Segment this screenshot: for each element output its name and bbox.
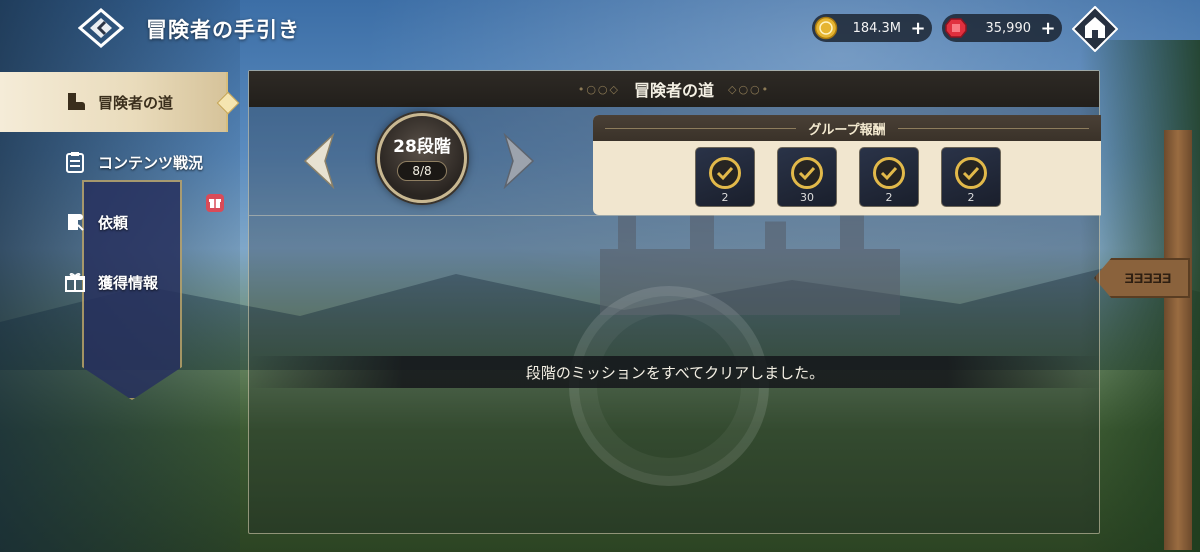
sign-arrow-text: ƎƎƎƎƎ xyxy=(1124,270,1172,286)
stage-selector: 28段階 8/8 xyxy=(249,107,593,213)
boot-icon xyxy=(64,91,86,113)
group-reward-box: グループ報酬 2 30 2 2 xyxy=(593,115,1101,215)
completion-message-bar: 段階のミッションをすべてクリアしました。 xyxy=(249,356,1101,388)
sidebar-item-label: 依頼 xyxy=(98,213,129,232)
previous-stage-button[interactable] xyxy=(301,132,337,190)
diamond-back-icon xyxy=(78,8,124,48)
reward-item-3[interactable]: 2 xyxy=(859,147,919,207)
group-reward-header: グループ報酬 xyxy=(593,115,1101,141)
reward-list: 2 30 2 2 xyxy=(695,147,1001,207)
header-divider xyxy=(605,127,797,129)
gem-amount: 35,990 xyxy=(985,20,1032,36)
sidebar-item-label: コンテンツ戦況 xyxy=(98,153,204,172)
gold-coin-icon xyxy=(813,15,839,41)
claimed-check-icon xyxy=(873,157,905,189)
sidebar-item-acquisition-info[interactable]: 獲得情報 xyxy=(0,252,228,312)
claimed-check-icon xyxy=(709,157,741,189)
gift-badge-icon xyxy=(206,194,224,212)
sidebar-item-content-status[interactable]: コンテンツ戦況 xyxy=(0,132,228,192)
reward-quantity: 2 xyxy=(967,191,975,204)
sidebar-item-label: 冒険者の道 xyxy=(98,93,174,112)
red-gem-icon xyxy=(943,15,969,41)
sidebar-item-requests[interactable]: 依頼 xyxy=(0,192,228,252)
gift-icon xyxy=(64,271,86,293)
reward-item-4[interactable]: 2 xyxy=(941,147,1001,207)
scroll-icon xyxy=(64,211,86,233)
panel-title: 冒険者の道 xyxy=(633,81,714,100)
reward-item-2[interactable]: 30 xyxy=(777,147,837,207)
home-icon xyxy=(1072,6,1118,52)
claimed-check-icon xyxy=(955,157,987,189)
gold-amount: 184.3M xyxy=(852,20,901,36)
gold-currency: 184.3M + xyxy=(812,14,932,42)
adventurer-road-panel: •○○◇ 冒険者の道 ◇○○• 28段階 8/8 グループ報酬 2 30 2 2… xyxy=(248,70,1101,535)
header-divider xyxy=(897,127,1090,129)
chevron-left-icon xyxy=(303,132,335,190)
back-button[interactable] xyxy=(76,7,126,49)
page-title: 冒険者の手引き xyxy=(146,18,300,42)
add-gold-button[interactable]: + xyxy=(907,17,929,39)
sidebar-item-adventurer-road[interactable]: 冒険者の道 xyxy=(0,72,228,132)
reward-quantity: 30 xyxy=(800,191,814,204)
wooden-signpost xyxy=(1164,130,1192,550)
home-button[interactable] xyxy=(1072,6,1118,52)
stage-medal: 28段階 8/8 xyxy=(377,113,467,203)
stage-label: 28段階 xyxy=(393,136,451,157)
mission-content-area: 段階のミッションをすべてクリアしました。 xyxy=(249,215,1101,535)
claimed-check-icon xyxy=(791,157,823,189)
header-ornament-right: ◇○○• xyxy=(728,82,771,96)
header-ornament-left: •○○◇ xyxy=(577,82,620,96)
stage-progress: 8/8 xyxy=(397,160,447,181)
chevron-right-icon xyxy=(503,132,535,190)
group-reward-title: グループ報酬 xyxy=(808,122,886,138)
reward-quantity: 2 xyxy=(721,191,729,204)
sidebar: 冒険者の道 コンテンツ戦況 依頼 獲得情報 xyxy=(0,72,240,312)
completion-message: 段階のミッションをすべてクリアしました。 xyxy=(525,363,825,382)
sidebar-item-label: 獲得情報 xyxy=(98,273,159,292)
gem-currency: 35,990 + xyxy=(942,14,1062,42)
next-stage-button[interactable] xyxy=(501,132,537,190)
panel-header: •○○◇ 冒険者の道 ◇○○• xyxy=(249,71,1099,107)
top-bar: 冒険者の手引き 184.3M + 35,990 + xyxy=(0,0,1200,58)
sign-arrow-board: ƎƎƎƎƎ xyxy=(1094,258,1190,298)
add-gem-button[interactable]: + xyxy=(1037,17,1059,39)
reward-quantity: 2 xyxy=(885,191,893,204)
clipboard-icon xyxy=(64,151,86,173)
reward-item-1[interactable]: 2 xyxy=(695,147,755,207)
